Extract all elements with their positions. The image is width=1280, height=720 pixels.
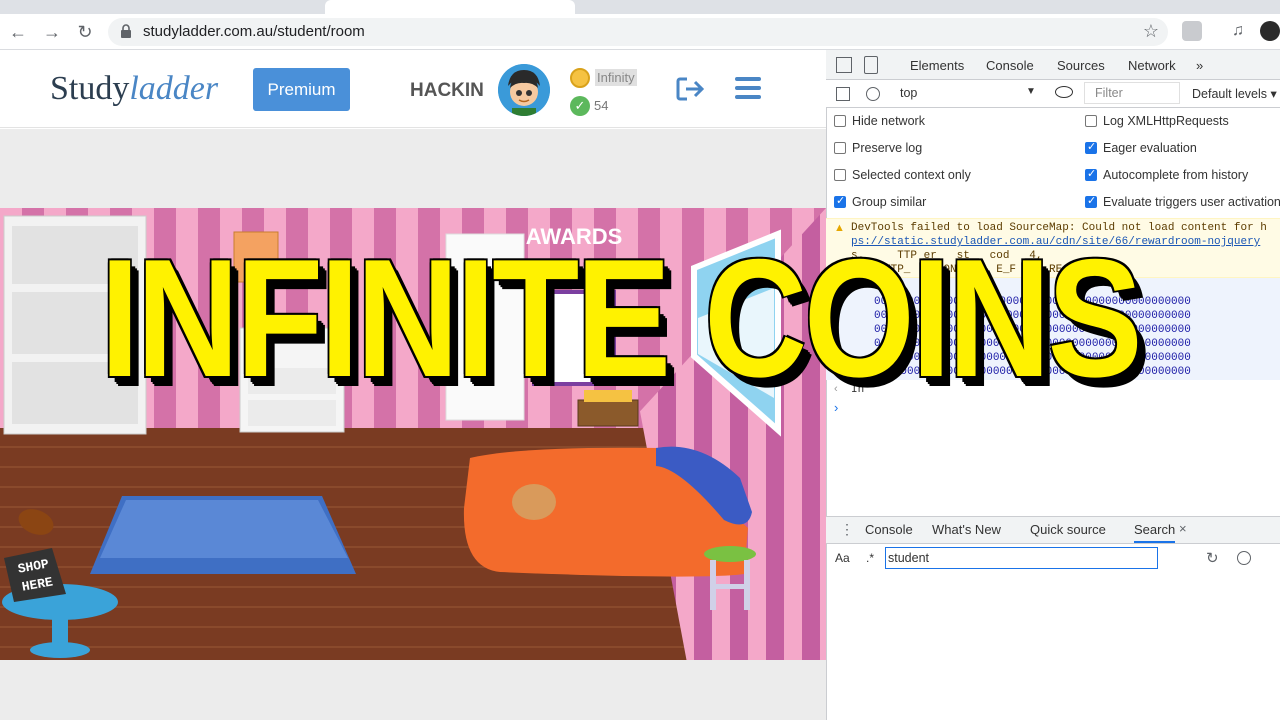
evaluate-triggers-checkbox[interactable] xyxy=(1085,194,1097,208)
search-input[interactable]: student xyxy=(885,547,1158,569)
clear-search-icon[interactable] xyxy=(1237,551,1251,565)
log-xhr-label: Log XMLHttpRequests xyxy=(1103,114,1229,128)
context-select[interactable]: top xyxy=(900,86,917,100)
match-case-toggle[interactable]: Aa xyxy=(835,551,850,565)
log-levels-select[interactable]: Default levels ▾ xyxy=(1192,86,1277,101)
filter-input[interactable]: Filter xyxy=(1095,86,1123,100)
points-check-icon: ✓ xyxy=(570,96,590,116)
hide-network-label: Hide network xyxy=(852,114,925,128)
avatar[interactable] xyxy=(498,64,550,116)
autocomplete-history-label: Autocomplete from history xyxy=(1103,168,1249,182)
screenshot-root: ← → ↻ studyladder.com.au/student/room ☆ … xyxy=(0,0,1280,720)
log-xhr-checkbox[interactable] xyxy=(1085,115,1097,127)
drawer-tab-console[interactable]: Console xyxy=(865,522,913,537)
selected-context-checkbox[interactable] xyxy=(834,169,846,181)
lock-icon[interactable] xyxy=(120,24,132,38)
coin-icon xyxy=(570,68,590,88)
selected-context-label: Selected context only xyxy=(852,168,971,182)
extension-icon[interactable] xyxy=(1182,21,1202,41)
back-arrow-icon[interactable]: ← xyxy=(6,20,30,44)
autocomplete-history-checkbox[interactable] xyxy=(1085,167,1097,181)
live-expression-eye-icon[interactable] xyxy=(1055,86,1073,98)
inspect-element-icon[interactable] xyxy=(836,57,852,73)
stool[interactable] xyxy=(704,546,756,610)
username-label: HACKIN xyxy=(410,80,484,101)
football[interactable] xyxy=(15,505,57,540)
points-value: 54 xyxy=(594,98,609,113)
logo-ladder-text: ladder xyxy=(129,70,219,107)
regex-toggle[interactable]: .* xyxy=(866,551,874,565)
url-text[interactable]: studyladder.com.au/student/room xyxy=(143,23,365,40)
reload-icon[interactable]: ↻ xyxy=(73,20,97,44)
browser-tab-strip xyxy=(0,0,1280,14)
thumbnail-title-overlay: INFINITE COINS xyxy=(100,224,1143,412)
browser-tab-active[interactable] xyxy=(325,0,575,14)
devtools-tabbar xyxy=(826,50,1280,80)
group-similar-label: Group similar xyxy=(852,195,927,209)
preserve-log-checkbox[interactable] xyxy=(834,142,846,154)
device-toolbar-icon[interactable] xyxy=(864,56,878,74)
tab-elements[interactable]: Elements xyxy=(910,58,964,73)
forward-arrow-icon[interactable]: → xyxy=(40,20,64,44)
logo-study-text: Study xyxy=(50,70,130,107)
coin-balance: Infinity xyxy=(595,69,637,86)
more-tabs-chevron-icon[interactable]: » xyxy=(1196,58,1203,73)
drawer-menu-icon[interactable]: ⋮ xyxy=(840,521,854,538)
browser-tab[interactable] xyxy=(85,0,310,14)
refresh-search-icon[interactable]: ↻ xyxy=(1206,549,1219,567)
drawer-tab-whats-new[interactable]: What's New xyxy=(932,522,1001,537)
context-dropdown-icon[interactable]: ▼ xyxy=(1026,86,1036,97)
hide-network-checkbox[interactable] xyxy=(834,115,846,127)
hamburger-menu-icon[interactable] xyxy=(735,77,761,101)
drawer-tab-search[interactable]: Search xyxy=(1134,522,1176,543)
eager-evaluation-label: Eager evaluation xyxy=(1103,141,1197,155)
logout-icon[interactable] xyxy=(675,76,705,102)
tab-sources[interactable]: Sources xyxy=(1057,58,1105,73)
eager-evaluation-checkbox[interactable] xyxy=(1085,140,1097,154)
premium-button[interactable]: Premium xyxy=(253,68,350,111)
tab-network[interactable]: Network xyxy=(1128,58,1176,73)
group-similar-checkbox[interactable] xyxy=(834,194,846,208)
evaluate-triggers-label: Evaluate triggers user activation xyxy=(1103,195,1280,209)
studyladder-logo[interactable]: Studyladder xyxy=(50,70,218,108)
sidebar-toggle-icon[interactable] xyxy=(836,87,850,101)
clear-console-icon[interactable] xyxy=(866,87,880,101)
media-icon[interactable]: ♫ xyxy=(1228,21,1248,41)
profile-avatar-icon[interactable] xyxy=(1260,21,1280,41)
preserve-log-label: Preserve log xyxy=(852,141,923,155)
close-search-icon[interactable]: × xyxy=(1179,521,1187,536)
bookmark-star-icon[interactable]: ☆ xyxy=(1141,21,1161,41)
drawer-tab-quick-source[interactable]: Quick source xyxy=(1030,522,1106,537)
tab-console[interactable]: Console xyxy=(986,58,1034,82)
